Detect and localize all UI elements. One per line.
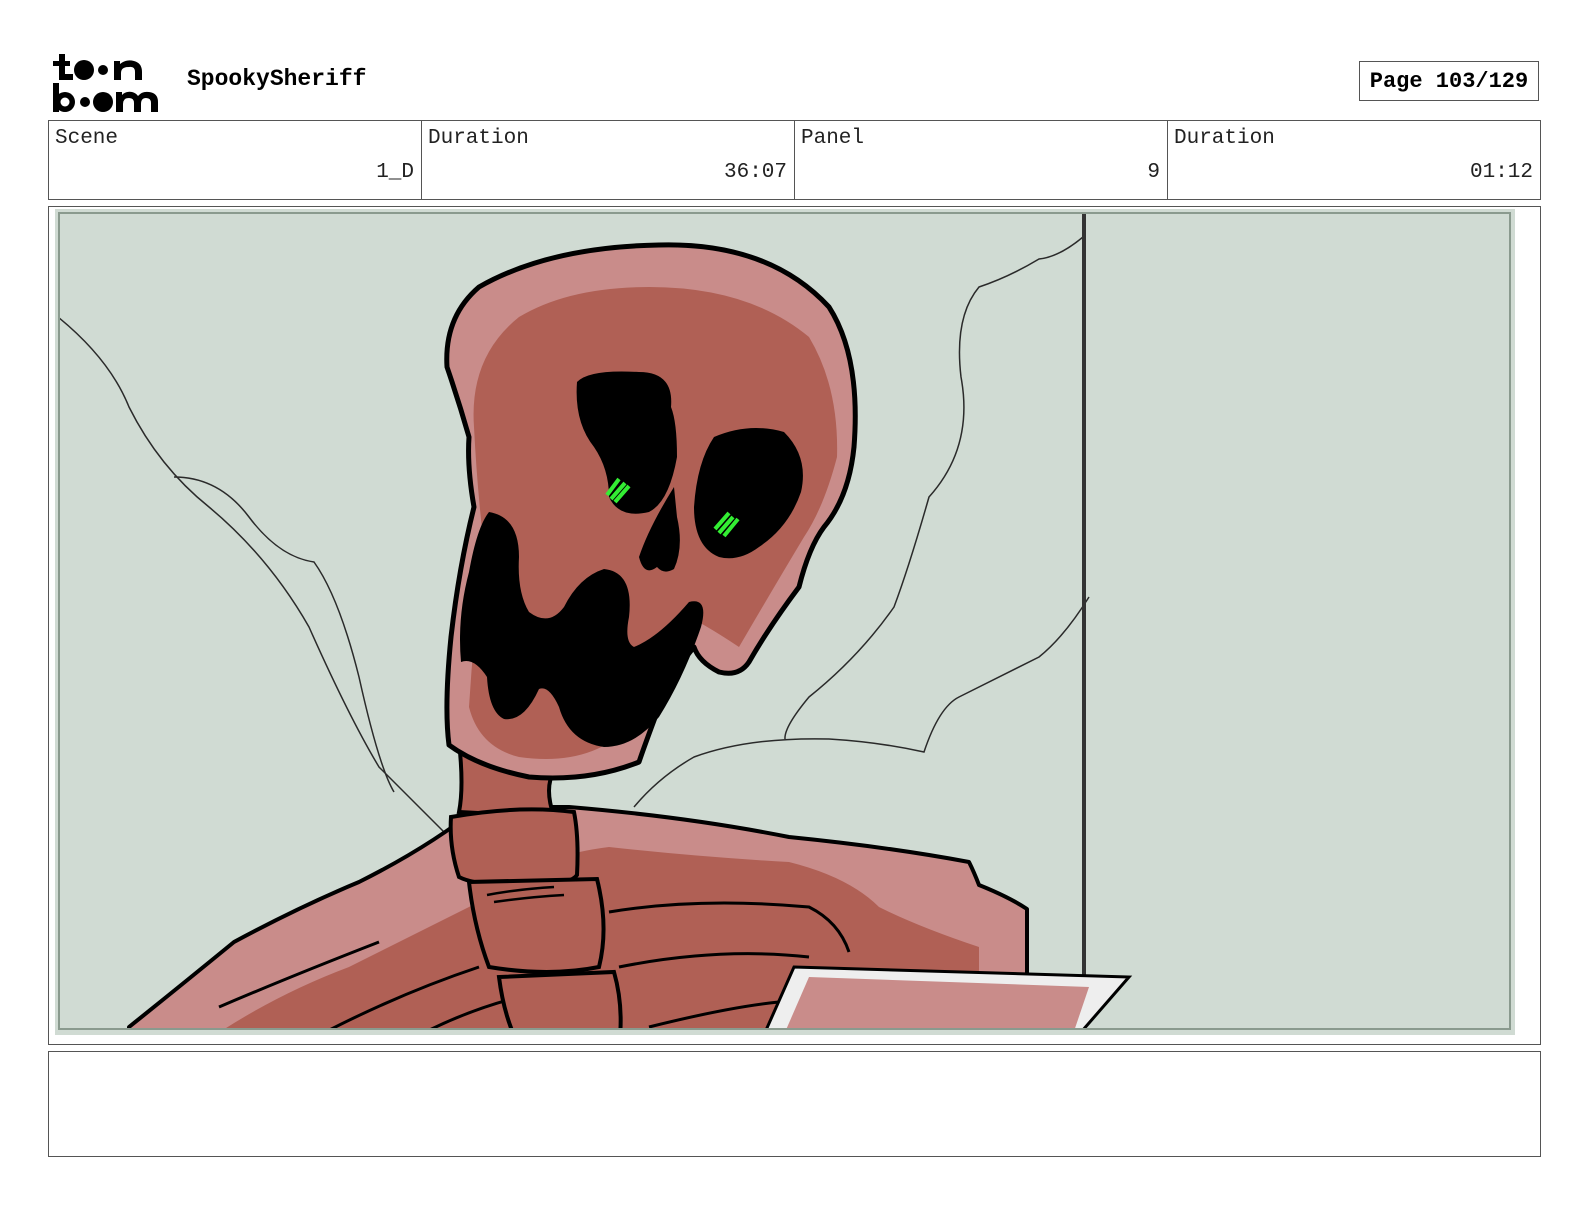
panel-cell: Panel 9 — [795, 121, 1168, 199]
scene-cell: Scene 1_D — [49, 121, 422, 199]
panel-value: 9 — [1147, 161, 1160, 184]
panel-artwork — [55, 209, 1515, 1035]
page-indicator: Page 103/129 — [1359, 61, 1539, 101]
scene-duration-cell: Duration 36:07 — [422, 121, 795, 199]
scene-duration-value: 36:07 — [723, 161, 787, 184]
storyboard-panel-frame — [48, 206, 1541, 1045]
toon-boom-logo — [53, 54, 158, 112]
scene-value: 1_D — [376, 161, 414, 184]
panel-label: Panel — [801, 127, 865, 150]
panel-duration-cell: Duration 01:12 — [1168, 121, 1540, 199]
panel-notes-box — [48, 1051, 1541, 1157]
project-title: SpookySheriff — [187, 66, 367, 92]
panel-duration-label: Duration — [1174, 127, 1275, 150]
info-row: Scene 1_D Duration 36:07 Panel 9 Duratio… — [48, 120, 1541, 200]
scene-duration-label: Duration — [428, 127, 529, 150]
scene-label: Scene — [55, 127, 119, 150]
panel-duration-value: 01:12 — [1469, 161, 1533, 184]
